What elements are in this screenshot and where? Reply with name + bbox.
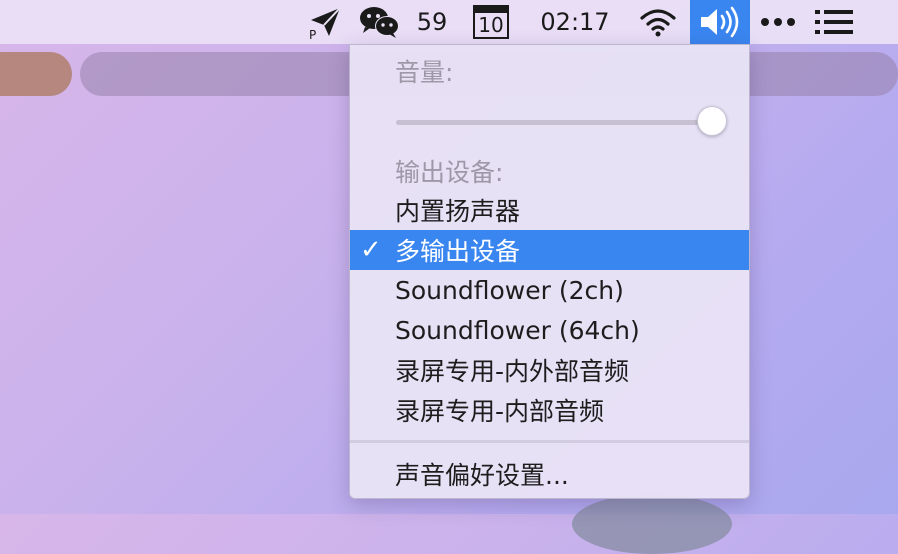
device-label: Soundflower (2ch) bbox=[395, 275, 624, 305]
device-label: Soundflower (64ch) bbox=[395, 315, 640, 345]
menu-bar: P 59 10 02:17 bbox=[0, 0, 898, 44]
sound-preferences-label: 声音偏好设置... bbox=[395, 461, 569, 490]
menu-separator bbox=[350, 440, 749, 443]
device-label: 内置扬声器 bbox=[395, 197, 521, 226]
volume-icon[interactable] bbox=[690, 0, 750, 44]
device-item-multi-output[interactable]: ✓ 多输出设备 bbox=[350, 230, 749, 270]
paper-plane-p-icon[interactable]: P bbox=[304, 0, 346, 44]
background-disc bbox=[572, 494, 732, 554]
device-label: 录屏专用-内外部音频 bbox=[395, 357, 630, 386]
more-icon[interactable] bbox=[758, 0, 798, 44]
volume-label: 音量: bbox=[395, 58, 454, 87]
battery-count[interactable]: 59 bbox=[410, 0, 454, 44]
device-item-soundflower-64ch[interactable]: Soundflower (64ch) bbox=[350, 310, 749, 350]
volume-heading: 音量: bbox=[350, 51, 749, 91]
sound-preferences-item[interactable]: 声音偏好设置... bbox=[350, 454, 749, 494]
output-devices-label: 输出设备: bbox=[395, 158, 504, 187]
device-label: 录屏专用-内部音频 bbox=[395, 397, 605, 426]
device-label: 多输出设备 bbox=[395, 237, 521, 266]
device-item-builtin-speaker[interactable]: 内置扬声器 bbox=[350, 190, 749, 230]
list-icon[interactable] bbox=[812, 0, 856, 44]
svg-text:P: P bbox=[309, 28, 316, 40]
wechat-icon[interactable] bbox=[358, 0, 402, 44]
background-window-bar-left bbox=[0, 52, 72, 96]
device-item-recording-internal[interactable]: 录屏专用-内部音频 bbox=[350, 390, 749, 430]
sound-menu: 音量: 输出设备: 内置扬声器 ✓ 多输出设备 Soundflower (2ch… bbox=[349, 44, 750, 499]
check-icon: ✓ bbox=[360, 235, 382, 265]
calendar-day: 10 bbox=[478, 13, 504, 37]
clock[interactable]: 02:17 bbox=[530, 0, 620, 44]
device-item-recording-internal-external[interactable]: 录屏专用-内外部音频 bbox=[350, 350, 749, 390]
volume-slider-track[interactable] bbox=[396, 120, 712, 125]
device-item-soundflower-2ch[interactable]: Soundflower (2ch) bbox=[350, 270, 749, 310]
output-heading: 输出设备: bbox=[350, 151, 749, 191]
calendar-icon[interactable]: 10 bbox=[470, 0, 512, 44]
wifi-icon[interactable] bbox=[636, 0, 680, 44]
volume-slider-knob[interactable] bbox=[697, 106, 727, 136]
